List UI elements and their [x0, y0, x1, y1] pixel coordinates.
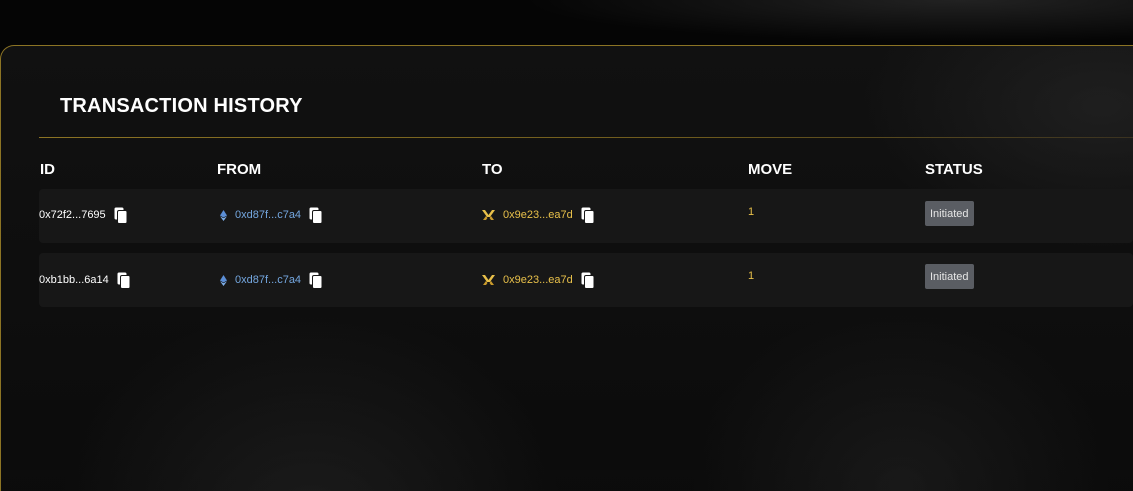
from-address-link[interactable]: 0xd87f...c7a4: [235, 274, 301, 286]
ethereum-icon: [220, 274, 227, 286]
copy-icon[interactable]: [581, 207, 595, 224]
bridge-icon: [482, 275, 495, 285]
page: TRANSACTION HISTORY ID FROM TO MOVE STAT…: [0, 0, 1133, 491]
from-cell: 0xd87f...c7a4: [220, 270, 323, 290]
id-cell: 0x72f2...7695: [39, 205, 128, 225]
column-header-from: FROM: [217, 161, 262, 178]
copy-icon[interactable]: [309, 207, 323, 224]
copy-icon[interactable]: [114, 207, 128, 224]
bridge-icon: [482, 210, 495, 220]
status-badge: Initiated: [925, 264, 974, 289]
id-cell: 0xb1bb...6a14: [39, 270, 131, 290]
column-header-move: MOVE: [748, 161, 793, 178]
move-cell: 1: [748, 266, 754, 286]
copy-icon[interactable]: [581, 272, 595, 289]
move-value: 1: [748, 206, 755, 218]
to-address-link[interactable]: 0x9e23...ea7d: [503, 274, 573, 286]
to-address-link[interactable]: 0x9e23...ea7d: [503, 209, 573, 221]
move-cell: 1: [748, 202, 754, 222]
column-header-id: ID: [40, 161, 55, 178]
move-value: 1: [748, 270, 755, 282]
from-cell: 0xd87f...c7a4: [220, 205, 323, 225]
ethereum-icon: [220, 209, 227, 221]
copy-icon[interactable]: [117, 272, 131, 289]
status-badge: Initiated: [925, 201, 974, 226]
to-cell: 0x9e23...ea7d: [482, 205, 595, 225]
title-divider: [39, 137, 1133, 138]
to-cell: 0x9e23...ea7d: [482, 270, 595, 290]
page-title: TRANSACTION HISTORY: [60, 95, 303, 117]
transaction-id: 0x72f2...7695: [39, 209, 106, 221]
from-address-link[interactable]: 0xd87f...c7a4: [235, 209, 301, 221]
transaction-id: 0xb1bb...6a14: [39, 274, 109, 286]
column-header-to: TO: [482, 161, 503, 178]
copy-icon[interactable]: [309, 272, 323, 289]
column-header-status: STATUS: [925, 161, 983, 178]
